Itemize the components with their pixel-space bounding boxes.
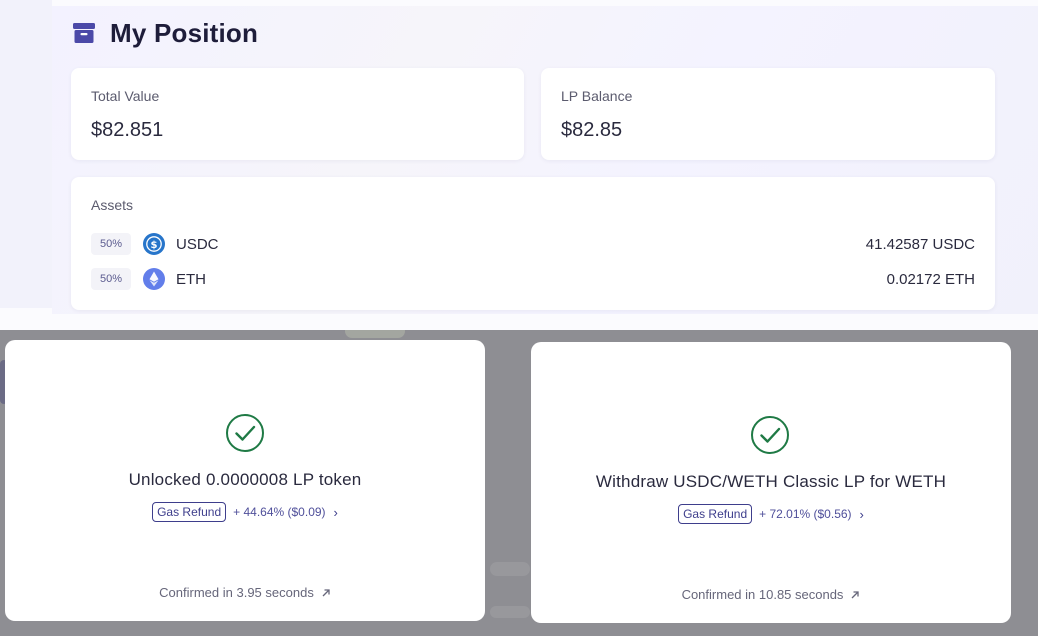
total-value-card: Total Value $82.851 [71,68,524,160]
modal-title: Withdraw USDC/WETH Classic LP for WETH [595,472,947,491]
confirmation-link[interactable]: Confirmed in 10.85 seconds [531,587,1011,602]
gas-refund-badge: Gas Refund [152,502,227,522]
confirmation-time: Confirmed in 3.95 seconds [159,585,314,600]
total-value-label: Total Value [91,88,160,104]
assets-label: Assets [91,197,134,213]
lp-balance-label: LP Balance [561,88,633,104]
left-strip [0,0,52,308]
asset-amount: 41.42587 USDC [865,235,975,253]
background-shape [345,330,405,338]
archive-box-icon [73,23,95,43]
gas-refund-badge: Gas Refund [678,504,753,524]
position-header: My Position [72,16,258,50]
asset-row-usdc: 50% $ USDC 41.42587 USDC [91,230,975,258]
gas-refund-row[interactable]: Gas Refund + 44.64% ($0.09) › [5,502,485,522]
modal-title: Unlocked 0.0000008 LP token [128,470,362,489]
background-shape [490,562,530,576]
gas-refund-row[interactable]: Gas Refund + 72.01% ($0.56) › [531,504,1011,524]
asset-symbol: ETH [176,270,206,288]
confirmation-modal-unlock: Unlocked 0.0000008 LP token Gas Refund +… [5,340,485,621]
confirmation-modal-withdraw: Withdraw USDC/WETH Classic LP for WETH G… [531,342,1011,623]
asset-row-eth: 50% ETH 0.02172 ETH [91,265,975,293]
refund-amount: + 72.01% ($0.56) [759,507,852,521]
asset-amount: 0.02172 ETH [886,270,975,288]
confirmation-link[interactable]: Confirmed in 3.95 seconds [5,585,485,600]
total-value-amount: $82.851 [91,119,164,141]
check-circle-icon [751,416,789,454]
asset-symbol: USDC [176,235,219,253]
refund-amount: + 44.64% ($0.09) [233,505,326,519]
confirmation-time: Confirmed in 10.85 seconds [681,587,844,602]
usdc-icon: $ [143,233,165,255]
modal-overlay[interactable]: Unlocked 0.0000008 LP token Gas Refund +… [0,330,1038,636]
lp-balance-card: LP Balance $82.85 [541,68,995,160]
chevron-right-icon: › [333,504,338,520]
chevron-right-icon: › [859,506,864,522]
svg-text:$: $ [151,240,158,251]
external-link-icon [322,588,330,596]
assets-card: Assets 50% $ USDC 41.42587 USDC 50% ETH … [71,177,995,310]
percent-badge: 50% [91,233,131,255]
check-circle-icon [226,414,264,452]
external-link-icon [851,590,860,598]
percent-badge: 50% [91,268,131,290]
page-title: My Position [110,17,259,48]
eth-icon [143,268,165,290]
lp-balance-amount: $82.85 [561,119,623,141]
background-shape [490,606,530,618]
